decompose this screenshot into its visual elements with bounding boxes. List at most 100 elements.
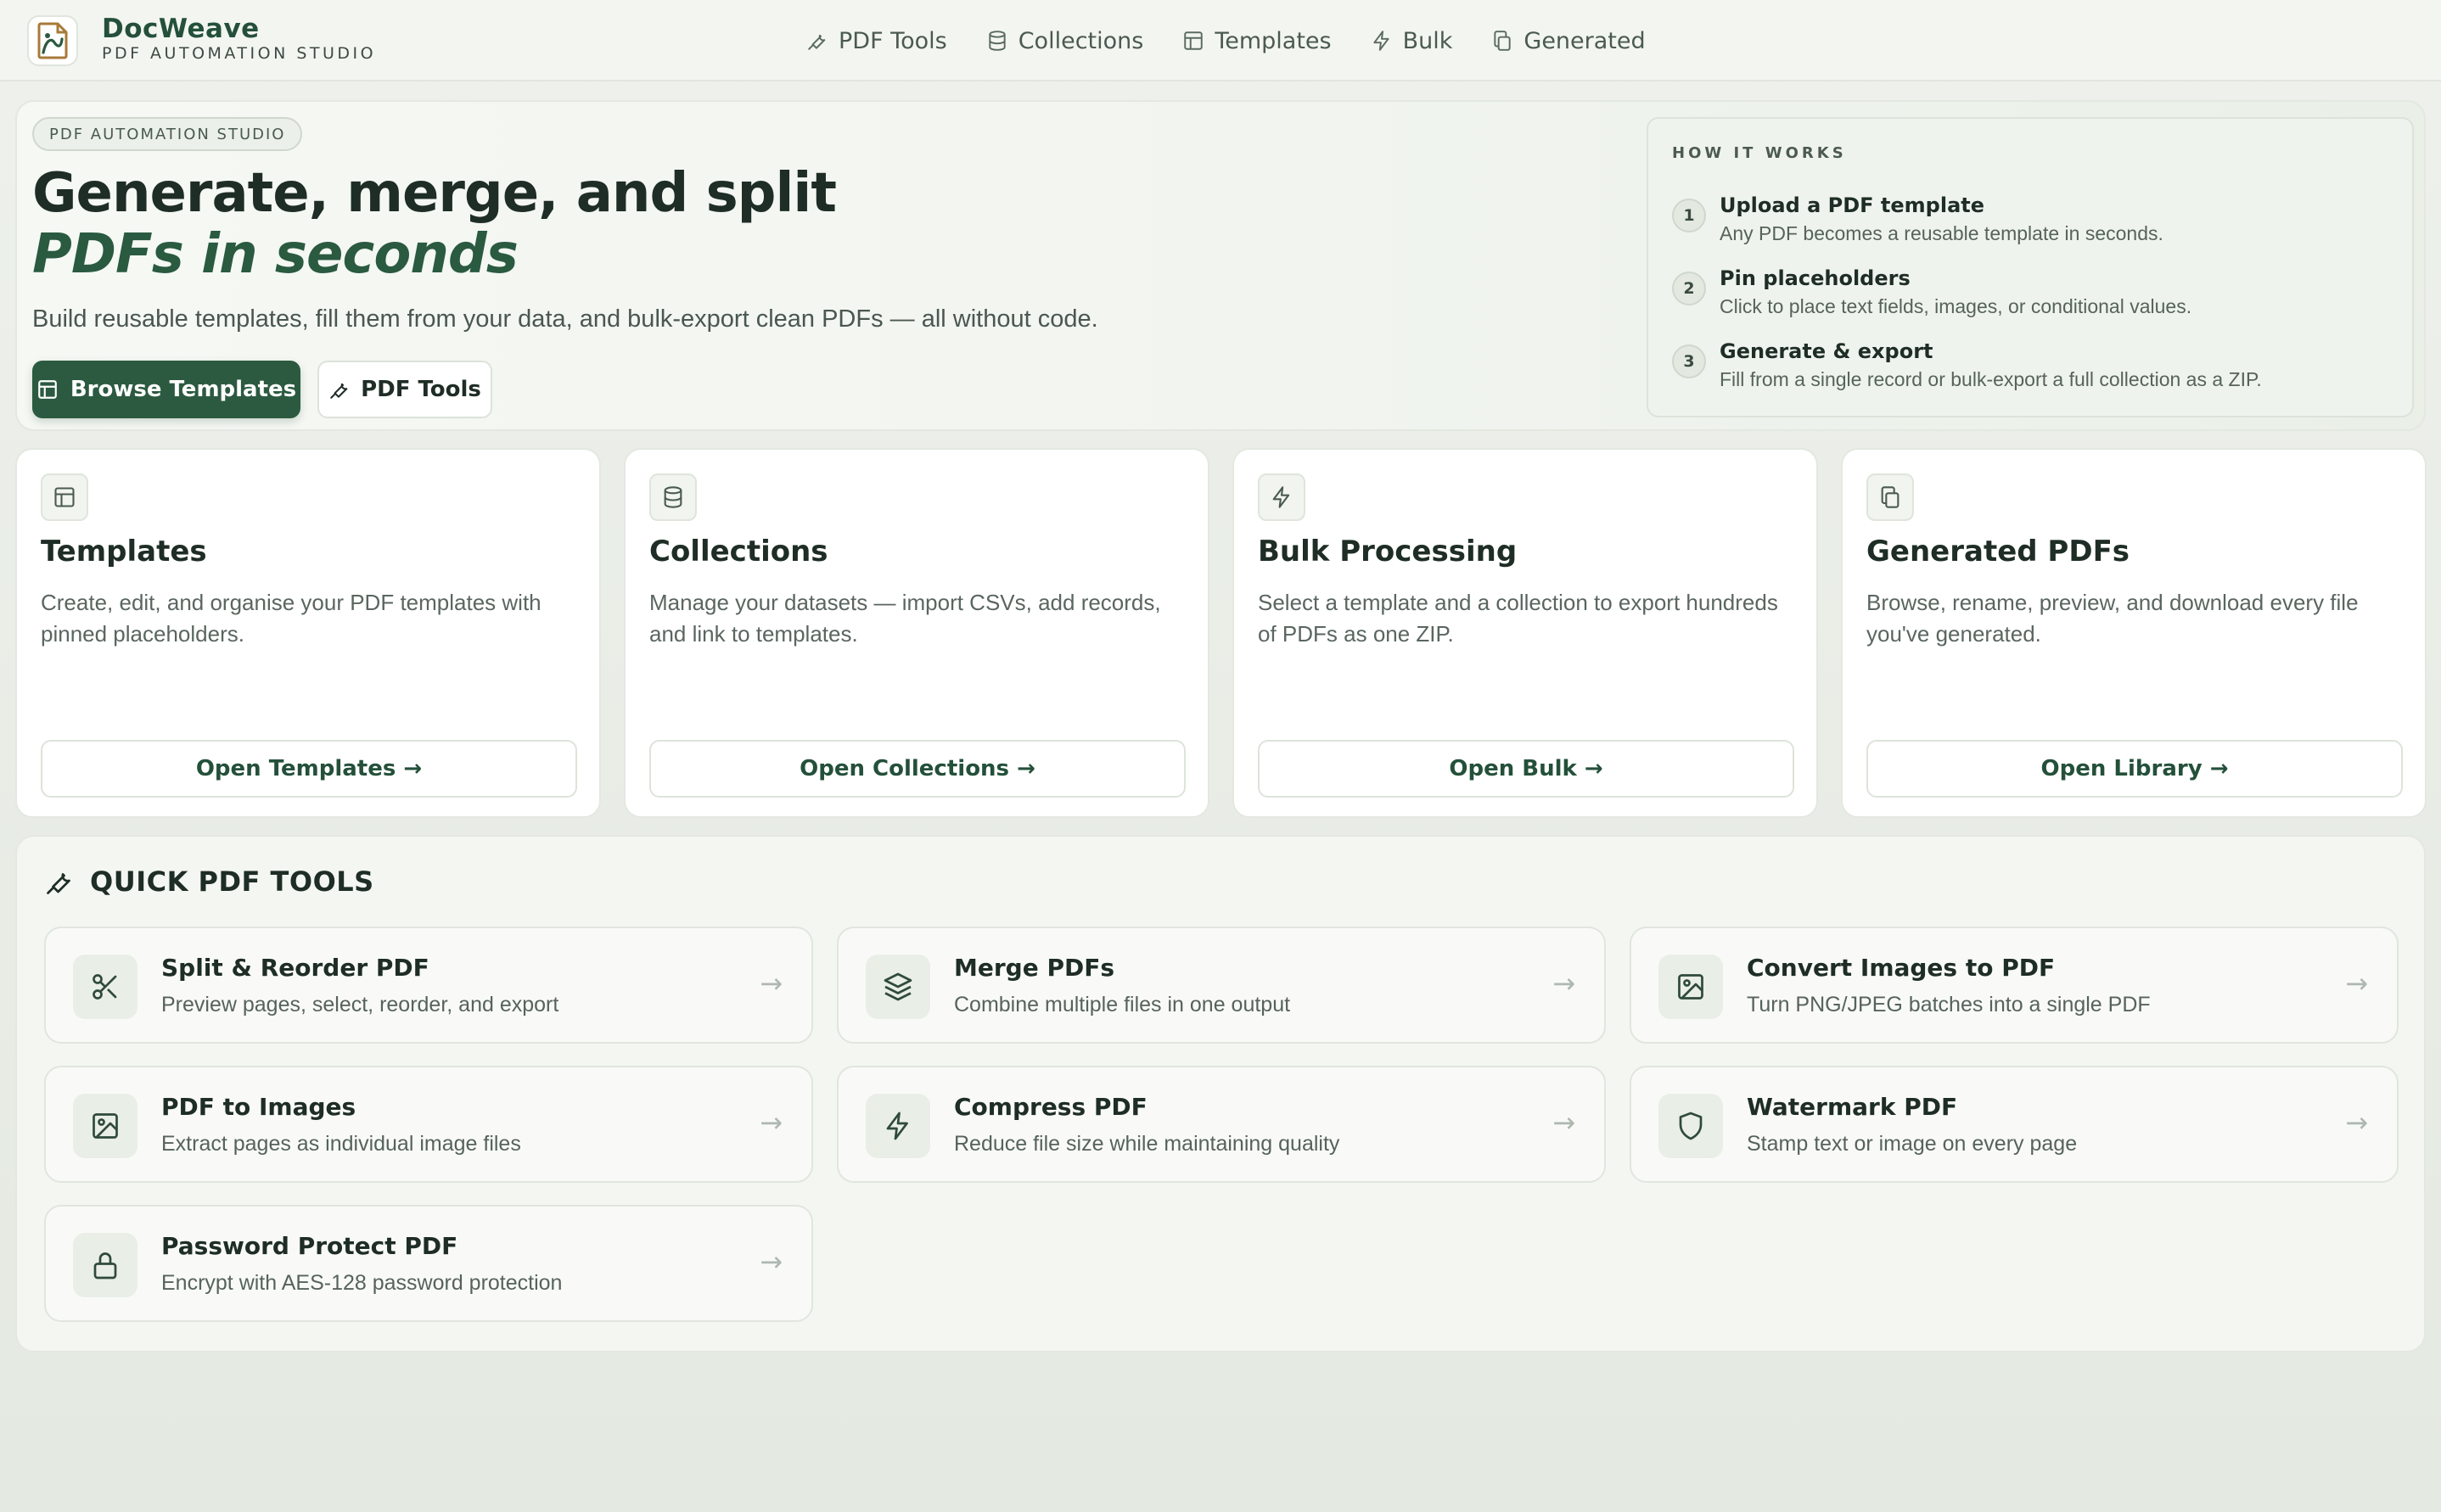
- merge-pdfs-tool[interactable]: Merge PDFs Combine multiple files in one…: [837, 927, 1606, 1044]
- nav-item-collections[interactable]: Collections: [986, 27, 1144, 54]
- templates-card: Templates Create, edit, and organise you…: [15, 448, 601, 818]
- open-templates-button[interactable]: Open Templates →: [41, 740, 577, 798]
- lightning-icon: [1372, 31, 1389, 51]
- quick-tools-header: QUICK PDF TOOLS: [44, 865, 374, 898]
- image-icon: [93, 1113, 118, 1139]
- arrow-right-icon: →: [1552, 1106, 1575, 1139]
- tool-icon-box: [73, 1233, 137, 1297]
- quick-pdf-tools-section: QUICK PDF TOOLS Split & Reorder PDF Prev…: [15, 835, 2426, 1352]
- tool-icon-box: [73, 955, 137, 1019]
- lightning-icon: [886, 1112, 908, 1140]
- brand-name[interactable]: DocWeave: [102, 14, 260, 44]
- tool-description: Encrypt with AES-128 password protection: [161, 1271, 563, 1295]
- step-description: Any PDF becomes a reusable template in s…: [1720, 222, 2163, 244]
- shield-icon: [1679, 1112, 1703, 1140]
- nav-item-label: PDF Tools: [839, 27, 947, 54]
- how-step: 3 Generate & export Fill from a single r…: [1672, 339, 2402, 407]
- how-step: 1 Upload a PDF template Any PDF becomes …: [1672, 193, 2402, 261]
- card-description: Browse, rename, preview, and download ev…: [1866, 590, 2359, 647]
- layout-icon: [1184, 31, 1204, 50]
- tool-icon-box: [1658, 955, 1723, 1019]
- card-icon-box: [1258, 473, 1305, 521]
- lock-icon: [93, 1252, 117, 1280]
- tool-title: Compress PDF: [954, 1093, 1148, 1121]
- password-protect-pdf-tool[interactable]: Password Protect PDF Encrypt with AES-12…: [44, 1205, 813, 1322]
- arrow-right-icon: →: [760, 1106, 783, 1139]
- hero-pill-badge: PDF AUTOMATION STUDIO: [32, 117, 303, 151]
- database-icon: [989, 31, 1006, 51]
- docweave-logo-icon[interactable]: [27, 15, 78, 66]
- bulk-processing-card: Bulk Processing Select a template and a …: [1232, 448, 1818, 818]
- tool-description: Preview pages, select, reorder, and expo…: [161, 993, 559, 1016]
- nav-item-label: Collections: [1018, 27, 1144, 54]
- step-number: 3: [1672, 344, 1706, 378]
- wrench-icon: [47, 873, 70, 894]
- tool-description: Reduce file size while maintaining quali…: [954, 1132, 1340, 1156]
- copy-icon: [1881, 486, 1899, 508]
- how-step: 2 Pin placeholders Click to place text f…: [1672, 266, 2402, 334]
- layout-icon: [54, 487, 75, 507]
- arrow-right-icon: →: [760, 1246, 783, 1278]
- nav-item-bulk[interactable]: Bulk: [1371, 27, 1453, 54]
- top-navbar: DocWeave PDF AUTOMATION STUDIO PDF Tools…: [0, 0, 2441, 81]
- layers-icon: [884, 972, 912, 1001]
- tool-description: Turn PNG/JPEG batches into a single PDF: [1747, 993, 2151, 1016]
- step-title: Pin placeholders: [1720, 266, 1911, 290]
- step-number: 1: [1672, 199, 1706, 232]
- convert-images-to-pdf-tool[interactable]: Convert Images to PDF Turn PNG/JPEG batc…: [1630, 927, 2399, 1044]
- arrow-right-icon: →: [2345, 1106, 2368, 1139]
- copy-icon: [1494, 31, 1512, 51]
- tool-description: Combine multiple files in one output: [954, 993, 1291, 1016]
- brand-tagline: PDF AUTOMATION STUDIO: [102, 44, 377, 63]
- tool-title: Convert Images to PDF: [1747, 954, 2056, 982]
- card-title: Generated PDFs: [1866, 535, 2130, 568]
- open-library-button[interactable]: Open Library →: [1866, 740, 2403, 798]
- nav-item-templates[interactable]: Templates: [1182, 27, 1332, 54]
- how-it-works-title: HOW IT WORKS: [1672, 144, 1847, 162]
- tool-title: Watermark PDF: [1747, 1093, 1958, 1121]
- hero-title: Generate, merge, and split: [32, 162, 837, 225]
- nav-item-label: Bulk: [1402, 27, 1453, 54]
- card-description: Create, edit, and organise your PDF temp…: [41, 590, 542, 647]
- arrow-right-icon: →: [1552, 967, 1575, 1000]
- main-nav: PDF Tools Collections Templates Bulk Gen…: [806, 22, 1646, 59]
- how-it-works-panel: HOW IT WORKS 1 Upload a PDF template Any…: [1647, 117, 2414, 417]
- card-icon-box: [41, 473, 88, 521]
- pdf-to-images-tool[interactable]: PDF to Images Extract pages as individua…: [44, 1066, 813, 1183]
- open-bulk-button[interactable]: Open Bulk →: [1258, 740, 1794, 798]
- hero-section: PDF AUTOMATION STUDIO Generate, merge, a…: [15, 100, 2426, 431]
- compress-pdf-tool[interactable]: Compress PDF Reduce file size while main…: [837, 1066, 1606, 1183]
- database-icon: [664, 486, 682, 508]
- card-description: Manage your datasets — import CSVs, add …: [649, 590, 1161, 647]
- open-collections-button[interactable]: Open Collections →: [649, 740, 1186, 798]
- card-icon-box: [1866, 473, 1914, 521]
- collections-card: Collections Manage your datasets — impor…: [624, 448, 1209, 818]
- hero-title-accent: PDFs in seconds: [32, 223, 519, 286]
- tool-icon-box: [866, 1094, 930, 1158]
- tool-description: Stamp text or image on every page: [1747, 1132, 2078, 1156]
- pdf-tools-label: PDF Tools: [361, 377, 481, 402]
- nav-item-pdf-tools[interactable]: PDF Tools: [806, 28, 947, 54]
- card-title: Templates: [41, 535, 207, 568]
- nav-item-label: Templates: [1215, 27, 1332, 54]
- quick-tools-title: QUICK PDF TOOLS: [90, 865, 374, 898]
- watermark-pdf-tool[interactable]: Watermark PDF Stamp text or image on eve…: [1630, 1066, 2399, 1183]
- nav-item-generated[interactable]: Generated: [1491, 28, 1646, 54]
- step-description: Fill from a single record or bulk-export…: [1720, 368, 2262, 390]
- tool-icon-box: [1658, 1094, 1723, 1158]
- pdf-tools-button[interactable]: PDF Tools: [317, 361, 492, 418]
- layout-icon: [38, 380, 57, 399]
- browse-templates-label: Browse Templates: [70, 377, 297, 402]
- step-number: 2: [1672, 272, 1706, 305]
- card-title: Bulk Processing: [1258, 535, 1518, 568]
- wrench-icon: [808, 34, 826, 50]
- split-reorder-pdf-tool[interactable]: Split & Reorder PDF Preview pages, selec…: [44, 927, 813, 1044]
- step-description: Click to place text fields, images, or c…: [1720, 295, 2192, 317]
- card-title: Collections: [649, 535, 828, 568]
- arrow-right-icon: →: [2345, 967, 2368, 1000]
- arrow-right-icon: →: [760, 967, 783, 1000]
- tool-title: PDF to Images: [161, 1093, 356, 1121]
- browse-templates-button[interactable]: Browse Templates: [32, 361, 300, 418]
- scissors-icon: [93, 974, 117, 1000]
- generated-pdfs-card: Generated PDFs Browse, rename, preview, …: [1841, 448, 2427, 818]
